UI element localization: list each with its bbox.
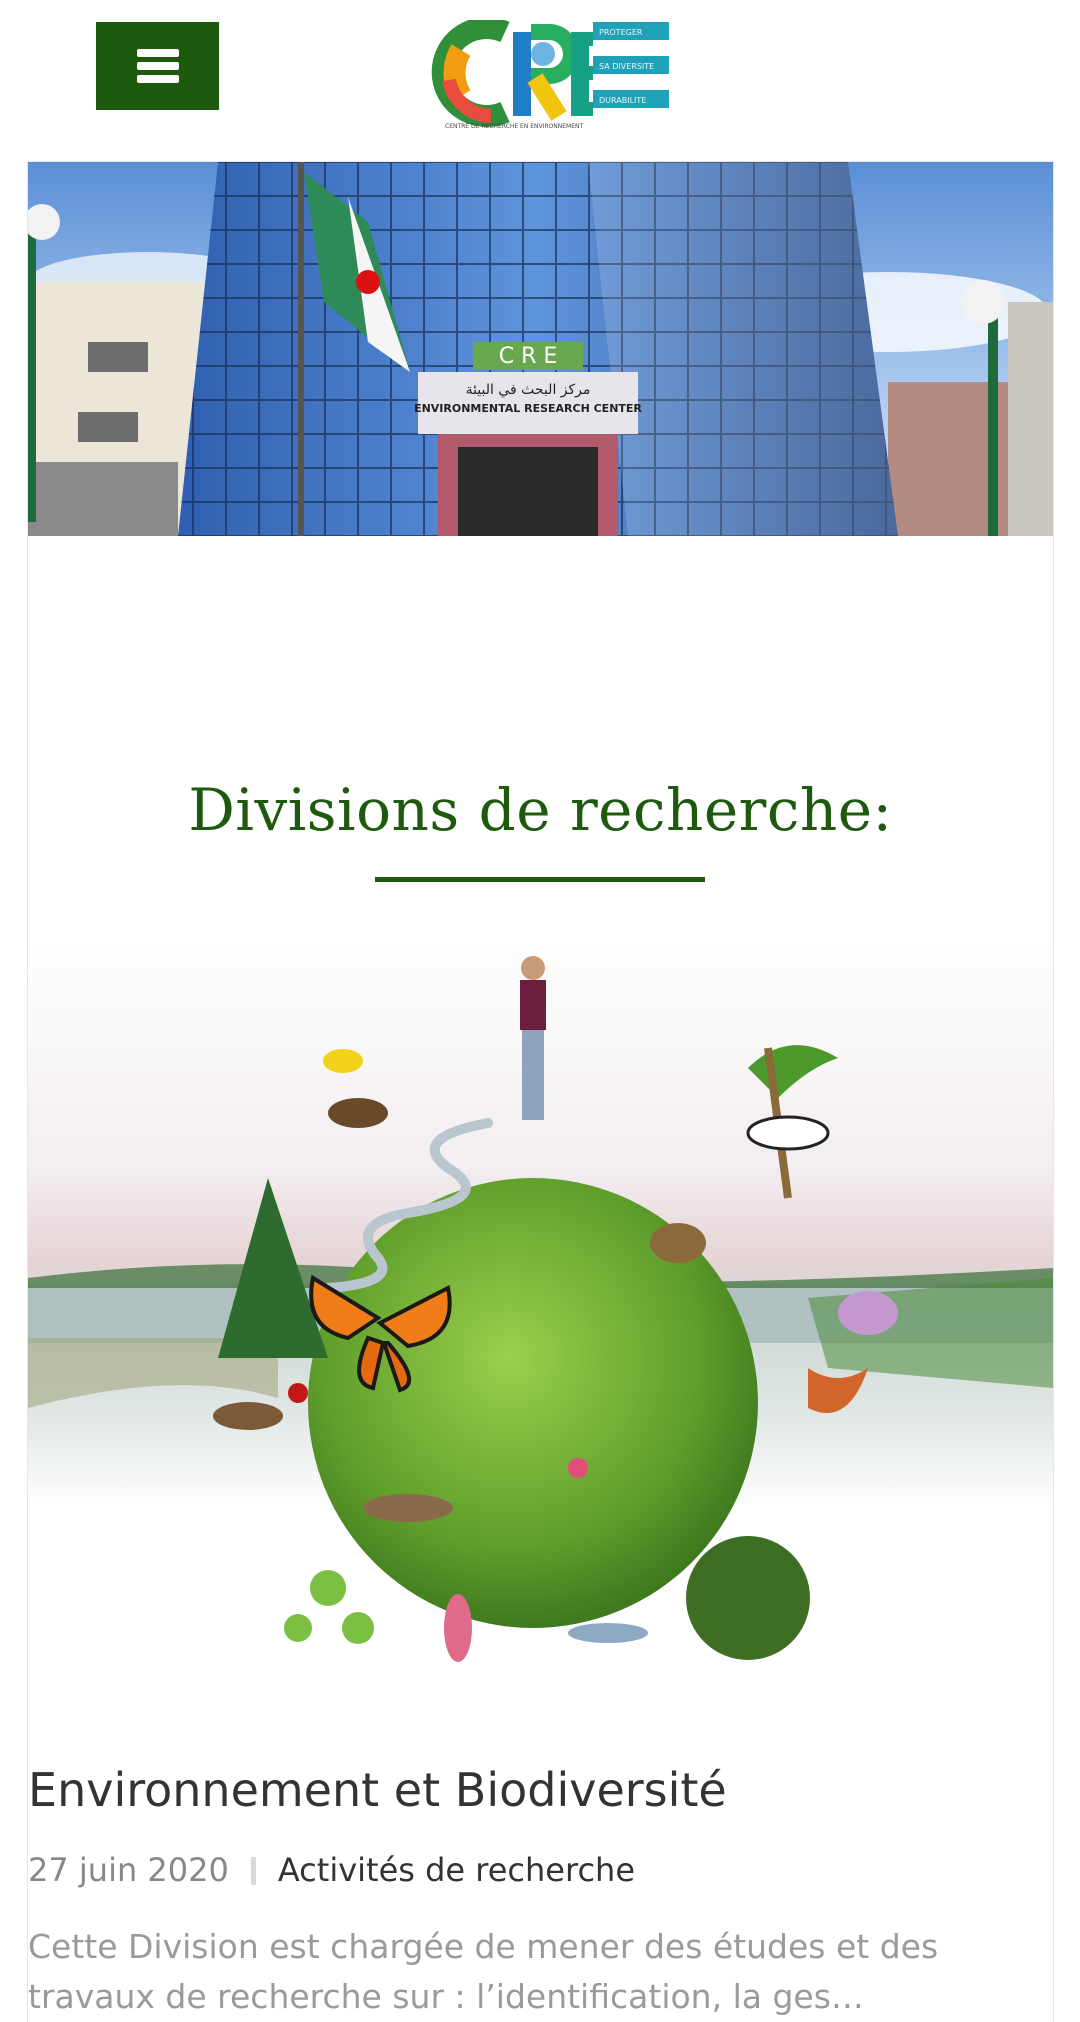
post-meta: 27 juin 2020 Activités de recherche [28,1848,635,1892]
menu-toggle-button[interactable] [96,22,219,110]
biodiversity-globe-illustration [28,938,1053,1700]
meta-separator [250,1857,256,1885]
building-sign-english: ENVIRONMENTAL RESEARCH CENTER [414,402,642,415]
logo-subtitle: CENTRE DE RECHERCHE EN ENVIRONNEMENT [445,123,583,130]
section-title: Divisions de recherche: [188,776,893,844]
hero-banner: مركز البحث في البيئة ENVIRONMENTAL RESEA… [28,162,1053,536]
logo-tagline-3: DURABILITE [599,96,646,105]
section-title-underline [375,877,705,882]
building-sign-arabic: مركز البحث في البيئة [466,382,591,398]
hamburger-menu-icon [137,49,179,83]
post-title-link[interactable]: Environnement et Biodiversité [28,1760,727,1820]
site-header: PROTEGER SA DIVERSITE DURABILITE CENTRE … [27,0,1054,162]
site-logo[interactable]: PROTEGER SA DIVERSITE DURABILITE CENTRE … [431,20,671,132]
logo-tagline-2: SA DIVERSITE [599,62,654,71]
logo-tagline-1: PROTEGER [599,28,643,37]
research-center-building-photo: مركز البحث في البيئة ENVIRONMENTAL RESEA… [28,162,1053,536]
post-excerpt: Cette Division est chargée de mener des … [28,1927,939,2016]
post-featured-image[interactable] [28,938,1053,1700]
building-sign-letters: C R E [499,344,558,369]
post-category-link[interactable]: Activités de recherche [278,1851,635,1889]
post-date[interactable]: 27 juin 2020 [28,1851,229,1889]
